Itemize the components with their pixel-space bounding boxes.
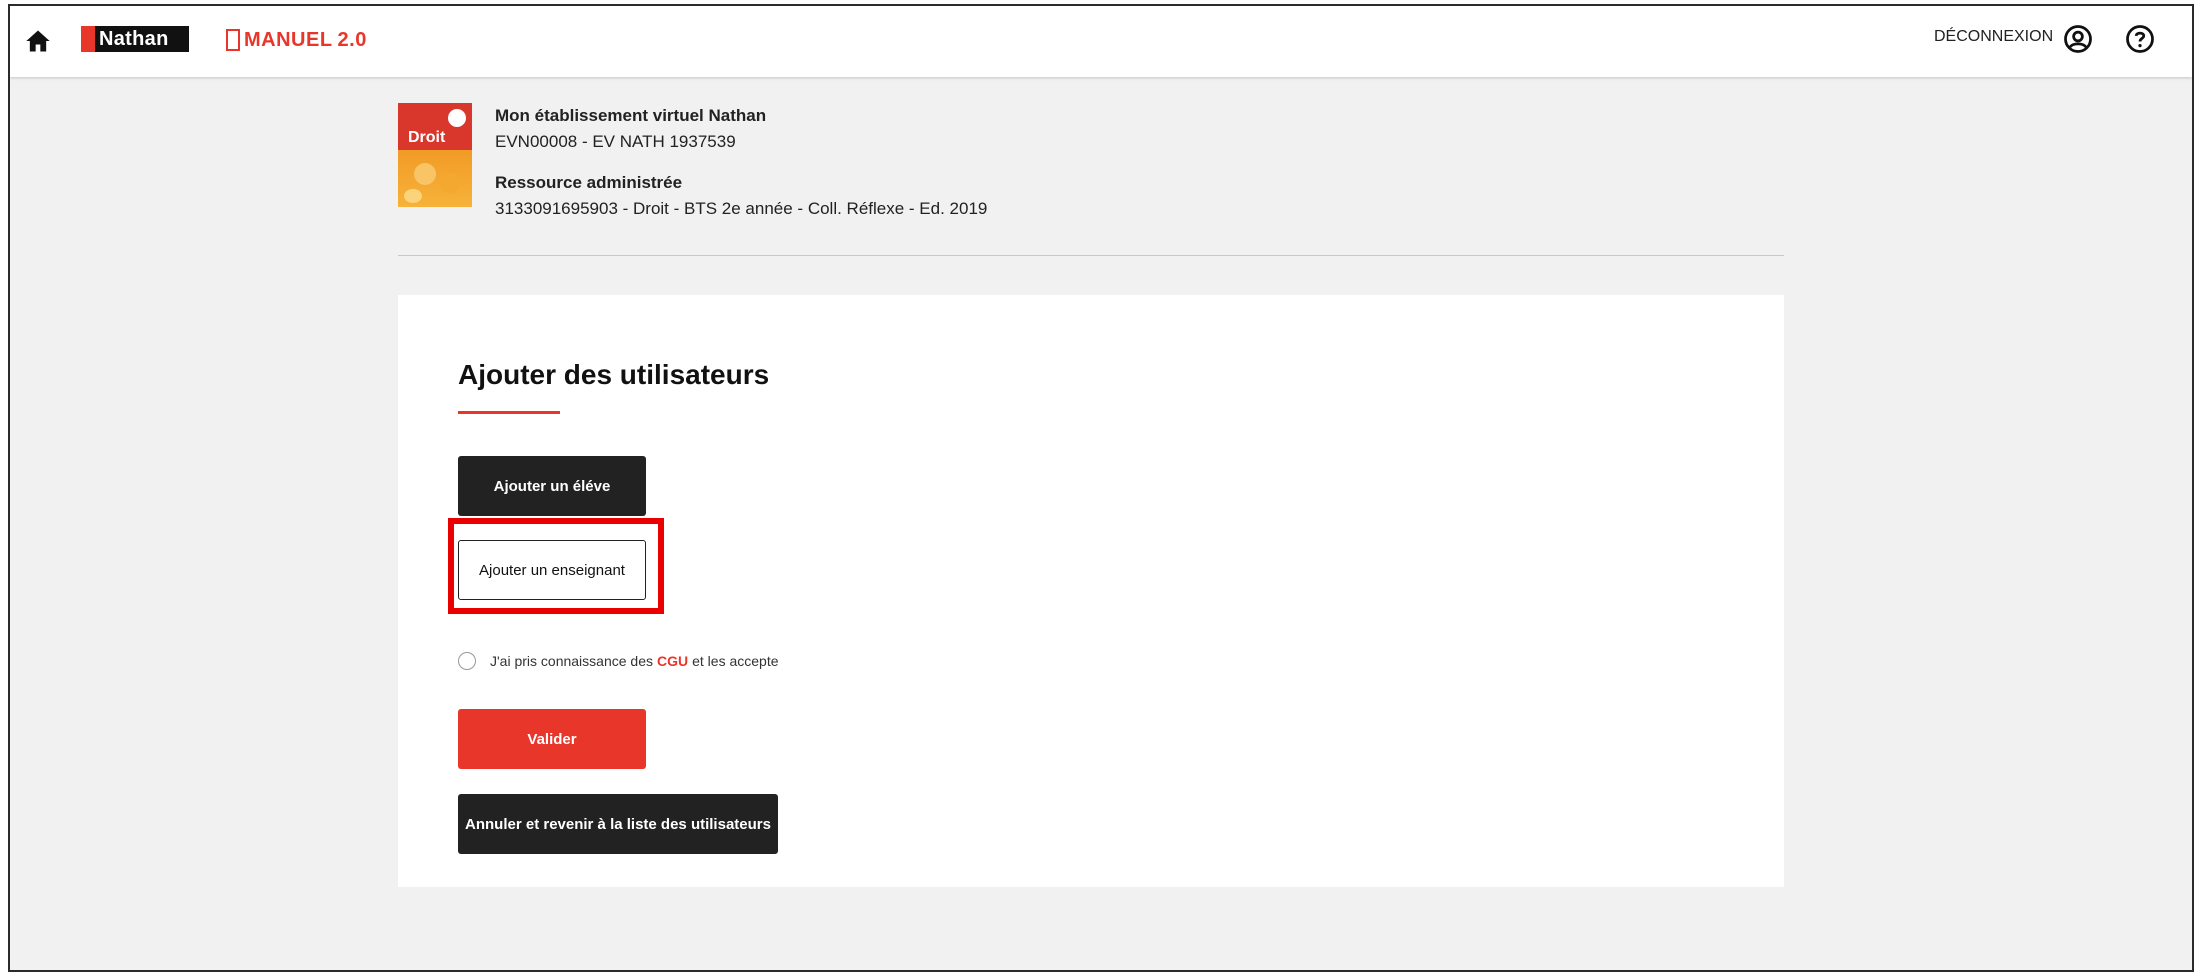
cgu-text-suffix: et les accepte — [692, 653, 779, 669]
book-cover-title: Droit — [408, 129, 446, 146]
book-cover-decoration — [440, 173, 460, 193]
nathan-logo-text: Nathan — [99, 27, 169, 50]
cgu-checkbox[interactable] — [458, 652, 476, 670]
emanuel-logo-text: MANUEL — [244, 28, 333, 51]
divider — [398, 255, 1784, 256]
resource-title: Ressource administrée — [495, 173, 683, 192]
cancel-button[interactable]: Annuler et revenir à la liste des utilis… — [458, 794, 778, 854]
add-teacher-button[interactable]: Ajouter un enseignant — [458, 540, 646, 600]
cgu-text-prefix: J'ai pris connaissance des — [490, 653, 653, 669]
add-users-card: Ajouter des utilisateurs Ajouter un élév… — [398, 295, 1784, 887]
establishment-id: EVN00008 - EV NATH 1937539 — [495, 132, 736, 151]
validate-button[interactable]: Valider — [458, 709, 646, 769]
help-icon[interactable] — [2125, 24, 2155, 54]
resource-detail: 3133091695903 - Droit - BTS 2e année - C… — [495, 199, 988, 218]
app-window: Nathan MANUEL 2.0 DÉCONNEXION Droit Mon … — [8, 4, 2194, 972]
book-cover-decoration — [404, 189, 422, 203]
home-icon[interactable] — [24, 27, 52, 55]
page-title: Ajouter des utilisateurs — [458, 359, 770, 390]
nathan-logo-mark — [81, 26, 95, 52]
nathan-logo[interactable]: Nathan — [81, 26, 189, 52]
emanuel-logo-mark — [226, 29, 240, 51]
logout-link[interactable]: DÉCONNEXION — [1934, 28, 2053, 46]
add-student-button[interactable]: Ajouter un éléve — [458, 456, 646, 516]
book-cover: Droit — [398, 103, 472, 207]
top-bar: Nathan MANUEL 2.0 DÉCONNEXION — [10, 6, 2192, 77]
book-cover-badge — [448, 109, 466, 127]
emanuel-logo-version: 2.0 — [337, 28, 367, 51]
cgu-row: J'ai pris connaissance des CGU et les ac… — [458, 652, 779, 670]
book-cover-decoration — [414, 163, 436, 185]
cgu-link[interactable]: CGU — [657, 653, 688, 669]
emanuel-logo[interactable]: MANUEL 2.0 — [226, 26, 367, 54]
account-icon[interactable] — [2063, 24, 2093, 54]
title-underline — [458, 411, 560, 414]
establishment-title: Mon établissement virtuel Nathan — [495, 106, 767, 125]
